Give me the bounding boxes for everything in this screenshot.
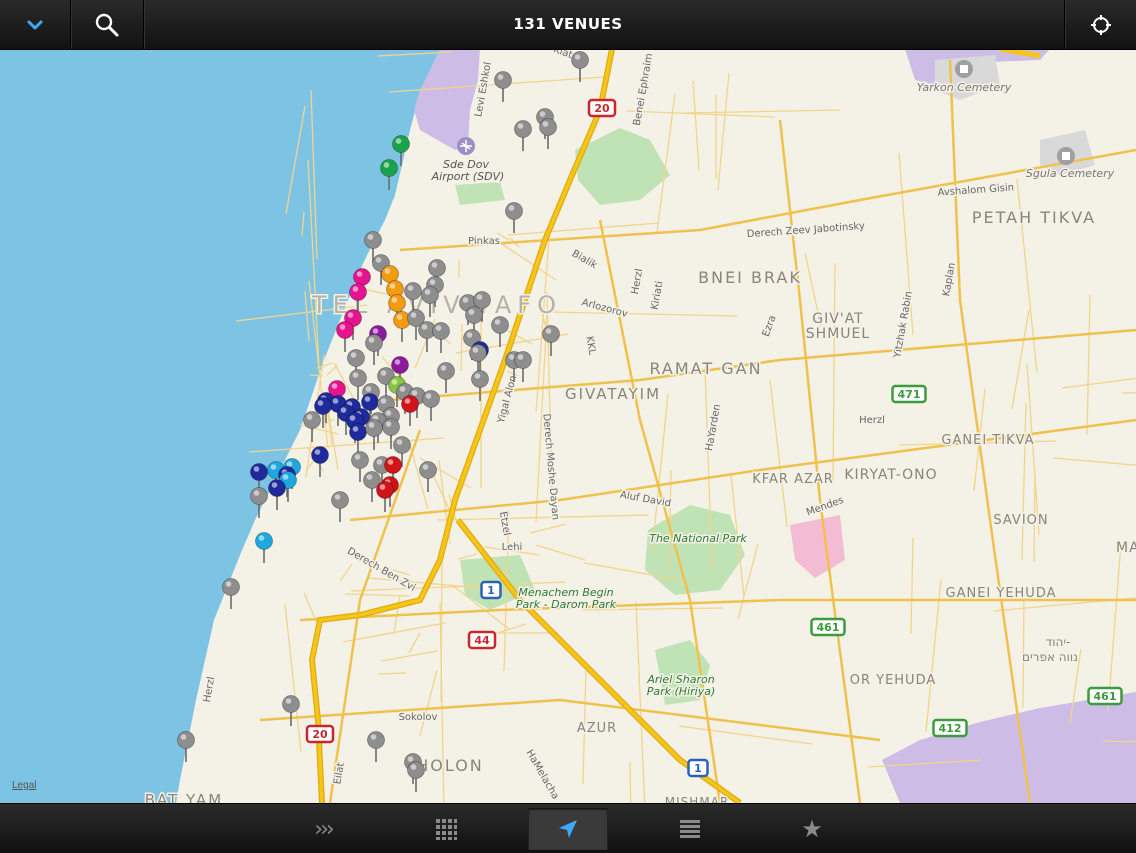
navigation-arrow-icon: [559, 820, 577, 838]
map-view[interactable]: 20 20 44 1 1 471 461 461 412 TEL AVIV-YAFO BNEI B…: [0, 49, 1136, 803]
locate-button[interactable]: [1065, 0, 1136, 49]
svg-text:461: 461: [817, 621, 840, 634]
svg-text:412: 412: [939, 722, 962, 735]
map-label-national-park: The National Park: [649, 532, 747, 545]
cemetery-icon: [1057, 147, 1075, 165]
map-label-ariel-sharon-2: Park (Hiriya): [647, 685, 716, 698]
map-label-sgula-cemetery: Sgula Cemetery: [1026, 167, 1115, 180]
top-bar: 131 VENUES: [0, 0, 1136, 50]
map-canvas[interactable]: 20204411471461461412 TEL AVIV-YAFOBNEI B…: [0, 49, 1136, 803]
map-label-givatayim: GIVATAYIM: [565, 385, 661, 403]
crosshair-icon: [1090, 14, 1111, 35]
route-shield-44: 44: [467, 630, 497, 650]
tab-more[interactable]: ›››: [283, 808, 363, 850]
route-shield-412: 412: [932, 718, 968, 738]
tab-bar: ››› ★: [0, 803, 1136, 853]
tab-nearby[interactable]: [528, 808, 608, 850]
map-label-hebrew-1: יהוד-: [1046, 635, 1071, 649]
route-shield-1: 1: [687, 758, 709, 778]
map-label-yarkon-cemetery: Yarkon Cemetery: [917, 81, 1012, 94]
tab-favorites[interactable]: ★: [772, 808, 852, 850]
svg-text:461: 461: [1094, 690, 1117, 703]
svg-text:1: 1: [487, 584, 495, 597]
map-label-hebrew-2: נווה אפרים: [1022, 650, 1078, 664]
map-label-menachem-begin-2: Park - Darom Park: [516, 598, 617, 611]
map-label-ramat-gan: RAMAT GAN: [649, 359, 762, 378]
svg-text:1: 1: [694, 762, 702, 775]
cemetery-icon: [955, 60, 973, 78]
grid-icon: [436, 819, 457, 840]
page-title: 131 VENUES: [513, 15, 623, 33]
star-icon: ★: [801, 815, 823, 843]
map-label-givat-shmuel-1: GIV'AT: [812, 311, 863, 327]
route-shield-1: 1: [480, 580, 502, 600]
route-shield-461: 461: [1087, 686, 1123, 706]
route-shield-471: 471: [891, 384, 927, 404]
map-label-givat-shmuel-2: SHMUEL: [806, 326, 870, 342]
map-label-azur: AZUR: [577, 721, 617, 736]
map-label-sokolov: Sokolov: [399, 712, 438, 723]
route-shield-461: 461: [810, 617, 846, 637]
map-label-ganei-yehuda: GANEI YEHUDA: [946, 586, 1057, 601]
route-shield-20: 20: [305, 724, 335, 744]
map-label-holon: HOLON: [416, 756, 484, 775]
tab-grid[interactable]: [406, 808, 486, 850]
map-label-sde-dov-2: Airport (SDV): [431, 170, 505, 183]
map-label-pinkas: Pinkas: [468, 236, 500, 247]
map-label-bnei-brak: BNEI BRAK: [698, 268, 802, 287]
map-label-herzl-2: Herzl: [859, 415, 885, 426]
map-label-lehi: Lehi: [502, 542, 523, 553]
map-label-bat-yam: BAT YAM: [145, 791, 224, 803]
svg-text:471: 471: [898, 388, 921, 401]
svg-text:20: 20: [312, 728, 328, 741]
legal-link[interactable]: Legal: [12, 780, 36, 791]
map-label-petah-tikva: PETAH TIKVA: [972, 208, 1096, 227]
map-label-mishmar: MISHMAR: [665, 795, 729, 803]
svg-text:20: 20: [594, 102, 610, 115]
map-label-or-yehuda: OR YEHUDA: [850, 673, 937, 688]
airport-icon: [457, 137, 475, 155]
map-label-savion: SAVION: [993, 513, 1048, 528]
chevrons-right-icon: ›››: [314, 816, 334, 842]
tab-list[interactable]: [650, 808, 730, 850]
list-icon: [680, 820, 700, 838]
map-label-mags: MAGS: [1116, 540, 1136, 556]
route-shield-20: 20: [587, 98, 617, 118]
map-label-kfar-azar: KFAR AZAR: [752, 472, 834, 487]
map-label-kiryat-ono: KIRYAT-ONO: [844, 467, 937, 483]
svg-text:44: 44: [474, 634, 490, 647]
map-label-ganei-tikva: GANEI TIKVA: [941, 433, 1034, 448]
